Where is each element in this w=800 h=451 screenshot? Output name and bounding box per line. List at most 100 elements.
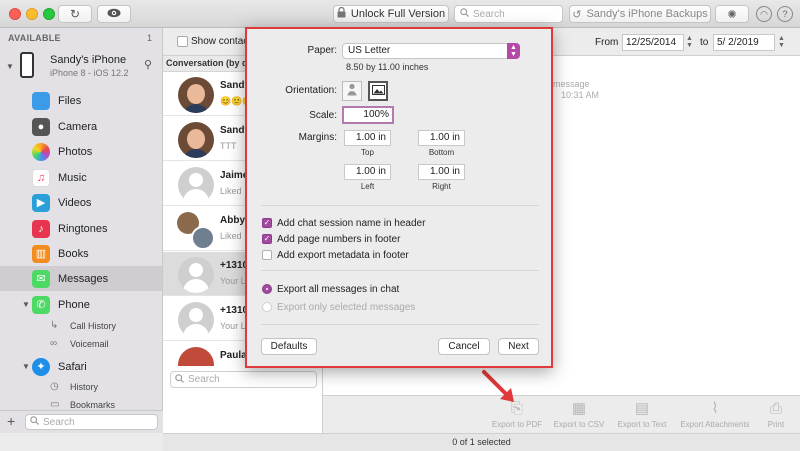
paper-label: Paper: [307,45,337,56]
sidebar-subitem-call-history[interactable]: ↳ Call History [0,318,162,336]
divider [261,270,539,271]
wifi-sync-icon[interactable]: ◠ [756,6,772,22]
disclosure-down-icon[interactable]: ▼ [6,62,14,71]
sidebar-item-photos[interactable]: Photos [0,139,162,164]
export-text-button[interactable]: ▤ Export to Text [610,400,674,432]
sidebar-item-files[interactable]: Files [0,88,162,113]
export-text-label: Export to Text [617,420,667,429]
sidebar-search-input[interactable]: Search [25,414,158,430]
cancel-button[interactable]: Cancel [438,338,490,355]
add-icon[interactable]: + [7,413,15,429]
export-csv-button[interactable]: ▦ Export to CSV [547,400,611,432]
zoom-window-button[interactable] [43,8,55,20]
export-settings-dialog: Paper: US Letter ▲ ▼ 8.50 by 11.00 inches… [245,27,553,368]
iphone-icon [20,52,34,78]
avatar [178,77,214,113]
page-numbers-checkbox[interactable]: ✓ Add page numbers in footer [262,232,400,246]
device-item[interactable]: ▼ Sandy's iPhone iPhone 8 - iOS 12.2 ⚲ [4,50,159,86]
sidebar-item-label: Files [58,94,82,107]
sidebar-item-safari[interactable]: ▼ ✦ Safari [0,354,162,379]
date-stepper-icon[interactable]: ▲ ▼ [778,35,785,49]
sidebar-item-music[interactable]: ♫ Music [0,165,162,190]
activity-button[interactable]: ✺ [715,5,749,23]
sidebar-subitem-voicemail[interactable]: ∞ Voicemail [0,336,162,354]
export-attachments-button[interactable]: ⌇ Export Attachments [678,400,752,432]
sidebar-item-messages[interactable]: ✉ Messages [0,266,162,291]
export-all-label: Export all messages in chat [277,283,400,295]
group-avatar [177,212,217,250]
sidebar-item-label: Safari [58,360,87,373]
sidebar-item-label: Phone [58,298,90,311]
margin-bottom-caption: Bottom [428,148,455,157]
margin-left-input[interactable]: 1.00 in [344,164,391,180]
margin-top-input[interactable]: 1.00 in [344,130,391,146]
refresh-button[interactable]: ↻ [58,5,92,23]
export-attachments-label: Export Attachments [680,420,750,429]
portrait-orientation-button[interactable] [342,81,362,101]
defaults-button[interactable]: Defaults [261,338,317,355]
margin-right-caption: Right [432,182,451,191]
paper-select[interactable]: US Letter ▲ ▼ [342,43,520,59]
paper-size-text: 8.50 by 11.00 inches [346,62,429,72]
from-date-field[interactable]: 12/25/2014 [622,34,684,51]
margin-bottom-input[interactable]: 1.00 in [418,130,465,146]
export-selected-radio[interactable]: Export only selected messages [262,300,415,314]
sidebar-subitem-label: Voicemail [70,339,109,349]
export-all-radio[interactable]: Export all messages in chat [262,282,399,296]
photos-icon [32,142,50,161]
conversation-search-input[interactable]: Search [170,371,317,388]
sidebar-item-label: Books [58,247,89,260]
sidebar-item-label: Messages [58,272,109,285]
csv-icon: ▦ [571,400,587,417]
to-date-field[interactable]: 5/ 2/2019 [713,34,775,51]
bookmarks-icon: ▭ [50,399,60,410]
sidebar-item-videos[interactable]: ▶ Videos [0,190,162,215]
conversation-preview: Liked [220,231,242,241]
usb-icon: ⚲ [144,59,153,71]
sidebar-item-ringtones[interactable]: ♪ Ringtones [0,216,162,241]
sidebar-item-label: Music [58,171,87,184]
chevron-updown-icon: ▲ ▼ [507,43,520,59]
radio-empty-icon [262,302,272,312]
margin-right-input[interactable]: 1.00 in [418,164,465,180]
show-contacts-checkbox[interactable] [177,36,188,47]
scale-input[interactable]: 100% [342,106,394,124]
checkmark-icon: ✓ [262,234,272,244]
sidebar-section-count: 1 [146,33,152,43]
backups-button[interactable]: ↺ Sandy's iPhone Backups [569,5,711,23]
history-icon: ◷ [50,381,59,392]
close-window-button[interactable] [9,8,21,20]
divider [261,324,539,325]
avatar-placeholder-icon [178,167,214,203]
disclosure-down-icon[interactable]: ▼ [22,300,30,309]
print-button[interactable]: ⎙ Print [756,400,796,432]
session-name-checkbox[interactable]: ✓ Add chat session name in header [262,216,425,230]
date-stepper-icon[interactable]: ▲ ▼ [686,35,693,49]
search-icon [30,416,39,428]
toolbar-search-input[interactable]: Search [454,5,563,23]
search-icon [460,8,469,20]
export-metadata-checkbox[interactable]: Add export metadata in footer [262,248,409,262]
preview-button[interactable] [97,5,131,23]
minimize-window-button[interactable] [26,8,38,20]
sidebar-subitem-label: Bookmarks [70,400,116,410]
sidebar-subitem-history[interactable]: ◷ History [0,379,162,397]
next-button[interactable]: Next [498,338,539,355]
conversation-preview: Your L [220,276,246,286]
toolbar-search-placeholder: Search [473,8,505,20]
search-icon [175,373,184,386]
refresh-icon: ↻ [69,7,81,21]
landscape-orientation-button[interactable] [368,81,388,101]
sidebar-item-books[interactable]: ▥ Books [0,241,162,266]
sidebar-item-phone[interactable]: ▼ ✆ Phone [0,292,162,317]
window-toolbar: ↻ Unlock Full Version Search ↺ Sandy's i… [0,0,800,28]
unlock-full-version-button[interactable]: Unlock Full Version [333,5,449,23]
sidebar-subitem-bookmarks[interactable]: ▭ Bookmarks [0,397,162,410]
disclosure-down-icon[interactable]: ▼ [22,362,30,371]
sidebar-item-camera[interactable]: ● Camera [0,114,162,139]
export-metadata-label: Add export metadata in footer [277,249,409,261]
backup-icon: ↺ [572,8,582,21]
help-icon[interactable]: ? [777,6,793,22]
sidebar-subitem-label: History [70,382,99,392]
export-selected-label: Export only selected messages [277,301,416,313]
